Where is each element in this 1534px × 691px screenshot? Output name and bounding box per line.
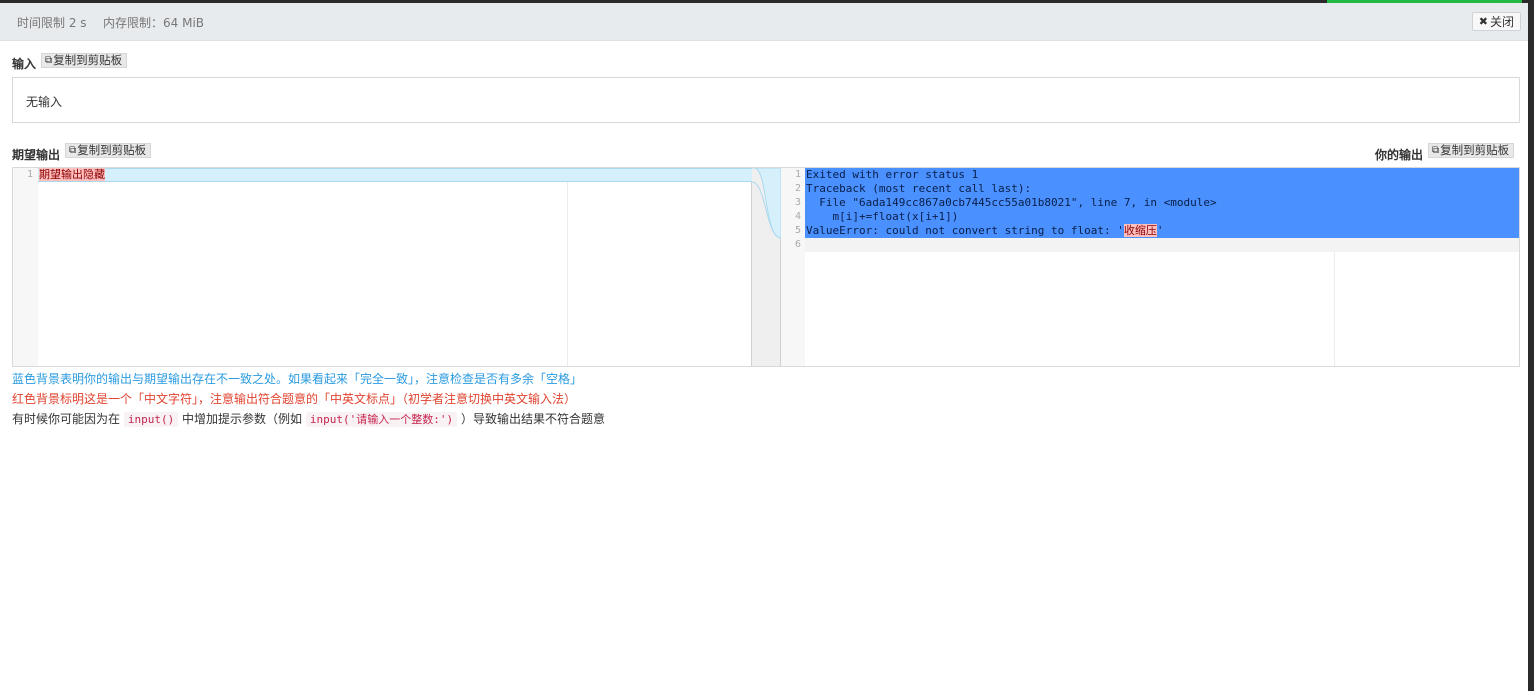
copy-icon: ⧉	[45, 55, 53, 66]
copy-yours-button[interactable]: ⧉ 复制到剪贴板	[1428, 143, 1515, 158]
copy-input-button[interactable]: ⧉ 复制到剪贴板	[41, 53, 128, 68]
line-number: 1	[794, 169, 801, 180]
line-number: 4	[794, 211, 801, 222]
time-limit: 时间限制 2 s	[17, 16, 87, 30]
line-number: 1	[26, 169, 33, 180]
note-gray-middle: 中增加提示参数（例如	[182, 412, 303, 426]
copy-expected-button[interactable]: ⧉ 复制到剪贴板	[65, 143, 152, 158]
note-gray-suffix: ）导致输出结果不符合题意	[460, 412, 605, 426]
note-red-background: 红色背景标明这是一个「中文字符」，注意输出符合题意的「中英文标点」（初学者注意切…	[12, 392, 577, 406]
line-5-prefix: ValueError: could not convert string to …	[806, 224, 1124, 237]
line-number: 5	[794, 225, 801, 236]
chinese-char-mark: 收缩压	[1123, 224, 1157, 237]
memory-limit: 内存限制：64 MiB	[103, 16, 205, 30]
print-margin	[1334, 252, 1335, 366]
note-gray-prefix: 有时候你可能因为在	[12, 412, 121, 426]
expected-output-pane[interactable]: 1 期望输出隐藏	[13, 168, 752, 366]
copy-expected-label: 复制到剪贴板	[77, 143, 147, 157]
code-input-example: input('请输入一个整数:')	[305, 412, 458, 427]
close-button[interactable]: ✖ 关闭	[1471, 12, 1521, 31]
diff-highlight-expected	[13, 168, 752, 182]
copy-icon: ⧉	[69, 145, 77, 156]
your-line-2: Traceback (most recent call last):	[806, 182, 1032, 195]
line-5-suffix: '	[1156, 224, 1164, 237]
input-box: 无输入	[12, 77, 1520, 123]
diff-connector	[751, 168, 782, 366]
line-number: 6	[794, 239, 801, 250]
copy-icon: ⧉	[1432, 145, 1440, 156]
code-input: input()	[123, 412, 179, 427]
copy-yours-label: 复制到剪贴板	[1440, 143, 1510, 157]
diff-viewer[interactable]: 1 期望输出隐藏 1 Exited with error status 1 2 …	[12, 167, 1520, 367]
note-blue-background: 蓝色背景表明你的输出与期望输出存在不一致之处。如果看起来「完全一致」，注意检查是…	[12, 372, 583, 386]
expected-output-label: 期望输出	[12, 148, 61, 162]
window-right-border	[1528, 0, 1534, 691]
copy-input-label: 复制到剪贴板	[53, 53, 123, 67]
note-input-prompt: 有时候你可能因为在 input() 中增加提示参数（例如 input('请输入一…	[12, 410, 605, 427]
empty-line-highlight	[781, 238, 1519, 252]
line-gutter	[13, 168, 38, 366]
input-value: 无输入	[26, 95, 63, 109]
your-line-4: m[i]+=float(x[i+1])	[806, 210, 959, 223]
close-x-icon: ✖	[1478, 15, 1488, 28]
input-label: 输入	[12, 57, 37, 71]
your-line-5: ValueError: could not convert string to …	[806, 224, 1164, 238]
diff-connector-curve	[751, 168, 782, 239]
close-label: 关闭	[1489, 15, 1514, 29]
expected-line-1: 期望输出隐藏	[39, 168, 105, 182]
chinese-char-mark: 期望输出隐藏	[39, 168, 105, 181]
your-line-3: File "6ada149cc867a0cb7445cc55a01b8021",…	[806, 196, 1217, 209]
your-output-pane[interactable]: 1 Exited with error status 1 2 Traceback…	[781, 168, 1519, 366]
print-margin	[567, 182, 568, 366]
your-line-1: Exited with error status 1	[806, 168, 979, 181]
your-output-label: 你的输出	[1375, 148, 1424, 162]
dialog-header: 时间限制 2 s 内存限制：64 MiB ✖ 关闭	[0, 3, 1528, 41]
line-number: 3	[794, 197, 801, 208]
line-number: 2	[794, 183, 801, 194]
